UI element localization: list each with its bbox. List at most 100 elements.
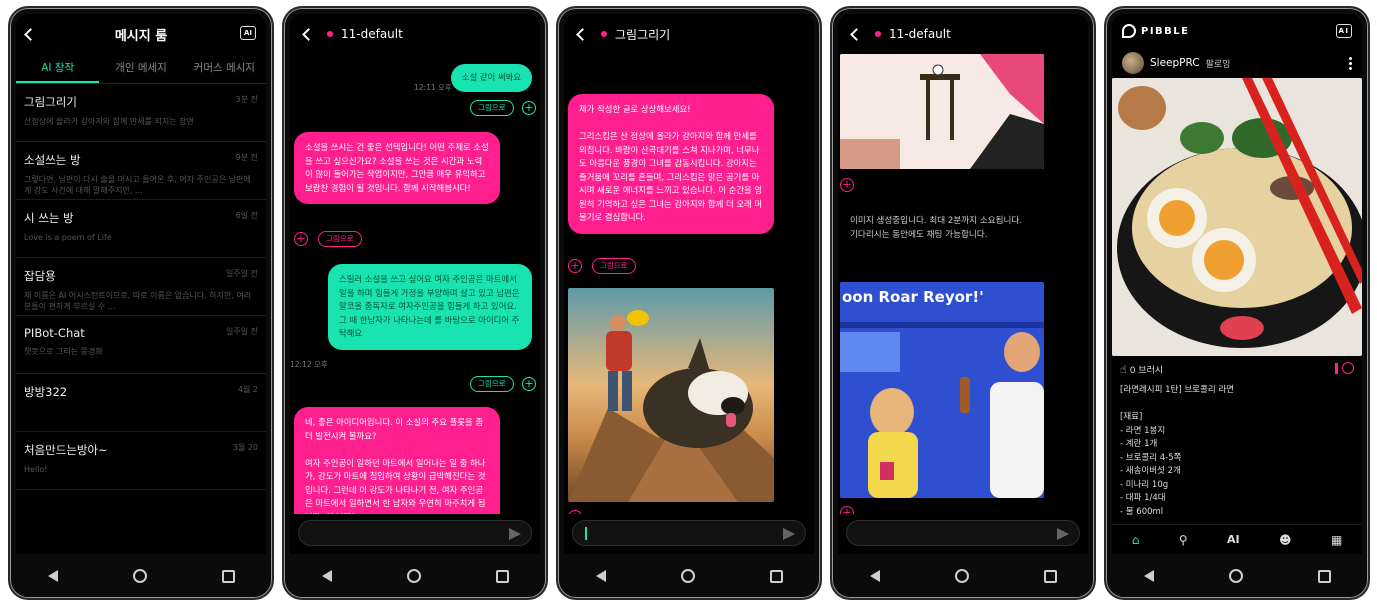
nav-back-icon[interactable] [47,570,58,582]
message-input[interactable] [846,520,1080,546]
room-item[interactable]: 그림그리기 산정상에 올라가 강아지와 함께 만세를 외치는 장면 3분 전 [16,84,266,142]
like-count: 0 브러시 [1129,365,1164,376]
nav-recent-icon[interactable] [1317,569,1331,583]
ai-remix-icon[interactable] [1342,362,1354,374]
room-item[interactable]: 시 쓰는 방 Love is a poem of Life 6일 전 [16,200,266,258]
nav-home-icon[interactable] [680,569,695,583]
add-icon[interactable]: + [568,259,582,273]
room-name: 시 쓰는 방 [24,211,74,225]
add-icon[interactable]: + [568,510,582,514]
room-time: 6일 전 [235,211,258,220]
profile-icon[interactable]: ☻ [1279,533,1292,547]
brand-name: PIBBLE [1141,25,1190,37]
ai-message: 소설을 쓰시는 건 좋은 선택입니다! 어떤 주제로 소설을 쓰고 싶으신가요?… [294,132,500,204]
chat-title: 11-default [889,27,951,41]
nav-recent-icon[interactable] [495,569,509,583]
room-item[interactable]: 잡담용 제 이름은 AI 어시스턴트이므로, 따로 이름은 없습니다. 하지만,… [16,258,266,316]
page-title: 메시지 룸 [114,28,168,44]
nav-recent-icon[interactable] [221,569,235,583]
username[interactable]: SleepPRC [1150,57,1200,69]
nav-home-icon[interactable] [1228,569,1243,583]
bookmark-icon[interactable] [1335,363,1338,374]
room-name: PIBot-Chat [24,326,85,340]
post-image-ramen[interactable] [1112,78,1362,356]
generated-image-dog-mountain[interactable] [568,288,774,502]
header: 11-default [290,14,540,54]
message-time: 12:11 오후 [414,83,452,92]
avatar[interactable] [1122,52,1144,74]
room-item[interactable]: PIBot-Chat 챗봇으로 그리는 풍경화 일주일 전 [16,316,266,374]
back-icon[interactable] [576,27,589,41]
brush-like-icon[interactable]: ☝ [1120,363,1127,376]
send-icon[interactable] [509,528,521,540]
nav-home-icon[interactable] [132,569,147,583]
system-nav-bar [10,554,272,598]
follow-status[interactable]: 팔로잉 [1206,57,1231,70]
post-author-row: SleepPRC 팔로잉 [1112,48,1362,78]
room-preview: Hello! [24,465,48,474]
add-icon[interactable]: + [522,101,536,115]
nav-recent-icon[interactable] [769,569,783,583]
nav-home-icon[interactable] [954,569,969,583]
tab-ai-creation[interactable]: AI 창작 [16,54,100,83]
tab-commerce-messages[interactable]: 커머스 메시지 [183,54,266,83]
search-icon[interactable]: ⚲ [1179,533,1188,547]
system-nav-bar [832,554,1094,598]
send-icon[interactable] [783,528,795,540]
nav-back-icon[interactable] [869,570,880,582]
header: 11-default [838,14,1088,54]
grid-menu-icon[interactable]: ▦ [1331,533,1342,547]
to-image-button[interactable]: 그림으로 [318,231,362,247]
room-name: 그림그리기 [24,95,77,109]
nav-ai[interactable]: AI [1227,533,1240,546]
nav-back-icon[interactable] [1143,570,1154,582]
ramen-photo [1112,78,1362,356]
nav-back-icon[interactable] [321,570,332,582]
phone-chat-novel: 11-default 소설 같이 써봐요 12:11 오후 그림으로 + 소설을… [282,6,548,600]
room-preview: 산정상에 올라가 강아지와 함께 만세를 외치는 장면 [24,117,194,126]
room-item[interactable]: 처음만드는방아~ Hello! 3월 20 [16,432,266,490]
room-time: 3분 전 [235,95,258,104]
add-icon[interactable]: + [522,377,536,391]
cafe-illustration [840,54,1044,169]
room-time: 3월 20 [232,443,258,452]
more-options-icon[interactable] [1349,56,1352,70]
ai-chat-icon[interactable]: AI [240,26,256,40]
nav-recent-icon[interactable] [1043,569,1057,583]
phone-message-rooms: 메시지 룸 AI AI 창작 개인 메세지 커머스 메시지 그림그리기 산정상에… [8,6,274,600]
screen: 11-default + 이미지 생성중입니다. 최대 2분까지 소요됩니다. … [838,14,1088,554]
text-cursor [585,527,587,540]
to-image-button[interactable]: 그림으로 [470,376,514,392]
generated-image-cafe[interactable] [840,54,1044,169]
poster-illustration [840,282,1044,498]
back-icon[interactable] [24,27,37,41]
ai-message: 제가 작성한 글로 상상해보세요! 그리스킴은 산 정상에 올라가 강아지와 함… [568,94,774,234]
pibble-logo-icon [1122,24,1136,38]
add-icon[interactable]: + [840,178,854,192]
back-icon[interactable] [302,27,315,41]
room-item[interactable]: 방방322 4월 2 [16,374,266,432]
message-input[interactable] [572,520,806,546]
message-input[interactable] [298,520,532,546]
chat-title: 그림그리기 [615,27,671,42]
room-item[interactable]: 소설쓰는 방 그렇다면, 남편이 다시 술을 마시고 들어온 후, 여자 주인공… [16,142,266,200]
ai-chat-icon[interactable]: AI [1336,24,1352,38]
generating-notice: 이미지 생성중입니다. 최대 2분까지 소요됩니다. 기다리시는 동안에도 채팅… [850,216,1023,240]
user-message: 소설 같이 써봐요 [450,64,532,92]
room-preview: 챗봇으로 그리는 풍경화 [24,347,103,356]
room-name: 처음만드는방아~ [24,443,108,457]
room-name: 소설쓰는 방 [24,153,81,167]
to-image-button[interactable]: 그림으로 [592,258,636,274]
to-image-button[interactable]: 그림으로 [470,100,514,116]
add-icon[interactable]: + [294,232,308,246]
back-icon[interactable] [850,27,863,41]
generated-image-poster[interactable]: oon Roar Reyor!' [840,282,1044,498]
tab-personal-messages[interactable]: 개인 메세지 [99,54,182,83]
nav-back-icon[interactable] [595,570,606,582]
nav-home-icon[interactable] [406,569,421,583]
home-icon[interactable]: ⌂ [1132,533,1140,547]
room-time: 9분 전 [235,153,258,162]
dog-mountain-illustration [568,310,774,502]
send-icon[interactable] [1057,528,1069,540]
add-icon[interactable]: + [840,506,854,514]
